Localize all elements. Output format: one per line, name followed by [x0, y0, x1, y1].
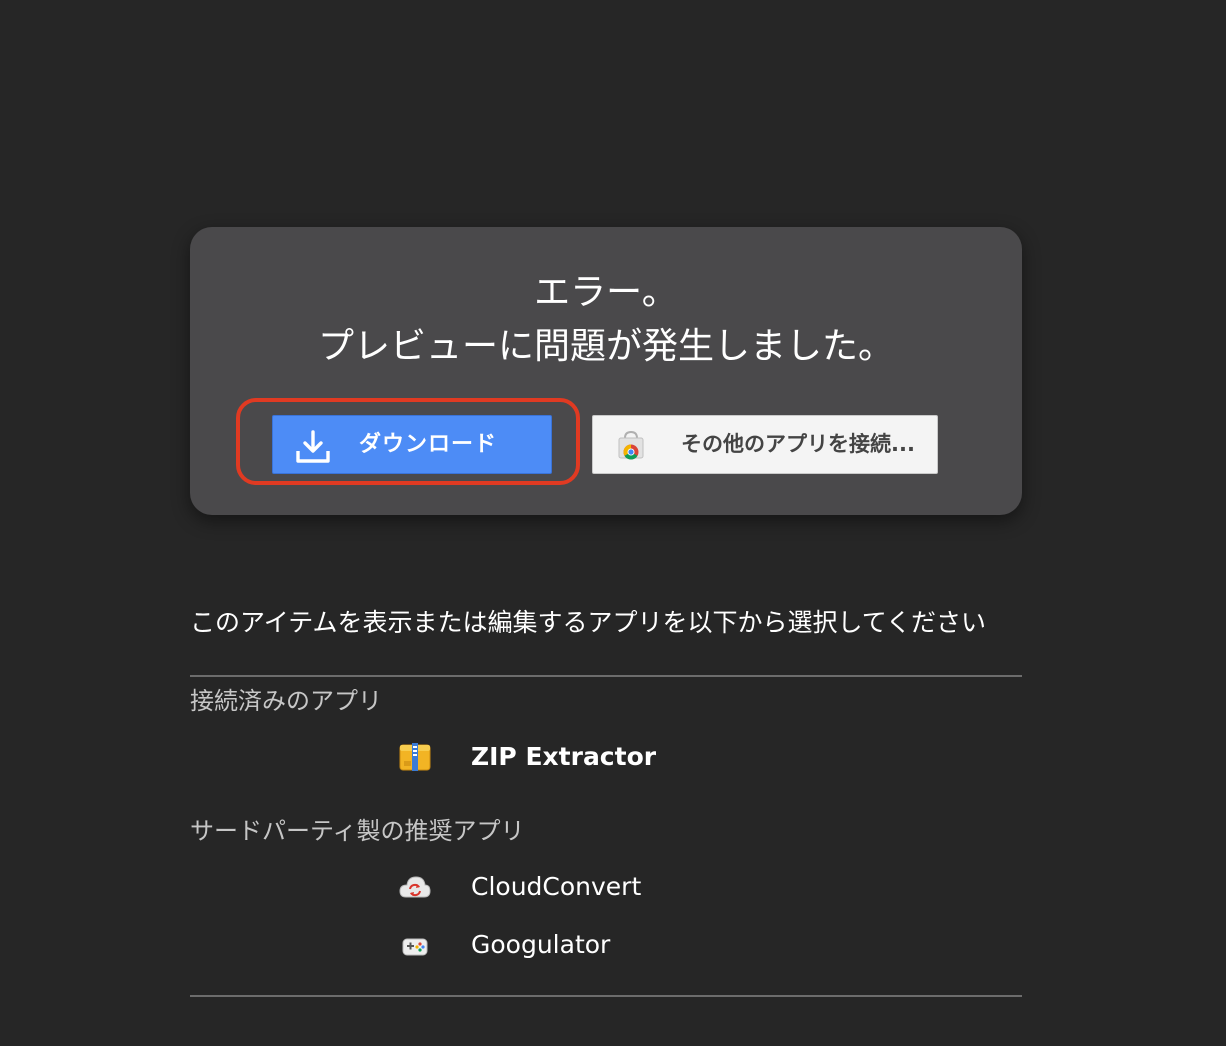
connected-apps-heading: 接続済みのアプリ: [190, 687, 382, 715]
download-icon: [296, 430, 330, 463]
error-card: エラー。 プレビューに問題が発生しました。 ダウンロード その他のアプリを接続.…: [190, 227, 1022, 515]
cloud-convert-icon: [399, 876, 431, 898]
suggested-apps-heading: サードパーティ製の推奨アプリ: [190, 817, 525, 845]
download-label: ダウンロード: [359, 432, 498, 457]
app-item-cloudconvert[interactable]: CloudConvert: [398, 865, 798, 909]
download-button[interactable]: ダウンロード: [272, 415, 552, 474]
preview-error-page: エラー。 プレビューに問題が発生しました。 ダウンロード その他のアプリを接続.…: [0, 0, 1226, 1046]
divider: [190, 675, 1022, 677]
connect-other-apps-label: その他のアプリを接続...: [681, 432, 915, 456]
app-name: Googulator: [471, 930, 611, 959]
app-name: ZIP Extractor: [471, 742, 657, 771]
divider: [190, 995, 1022, 997]
app-item-zip-extractor[interactable]: ZIP Extractor: [398, 735, 798, 779]
chrome-web-store-icon: [618, 430, 644, 460]
error-message: プレビューに問題が発生しました。: [317, 326, 894, 367]
app-name: CloudConvert: [471, 872, 642, 901]
app-item-googulator[interactable]: Googulator: [398, 923, 798, 967]
error-title: エラー。: [534, 272, 678, 313]
gamepad-icon: [402, 938, 428, 956]
connect-other-apps-button[interactable]: その他のアプリを接続...: [592, 415, 938, 474]
zip-archive-icon: [399, 743, 431, 771]
app-selection-instruction: このアイテムを表示または編集するアプリを以下から選択してください: [190, 608, 987, 637]
